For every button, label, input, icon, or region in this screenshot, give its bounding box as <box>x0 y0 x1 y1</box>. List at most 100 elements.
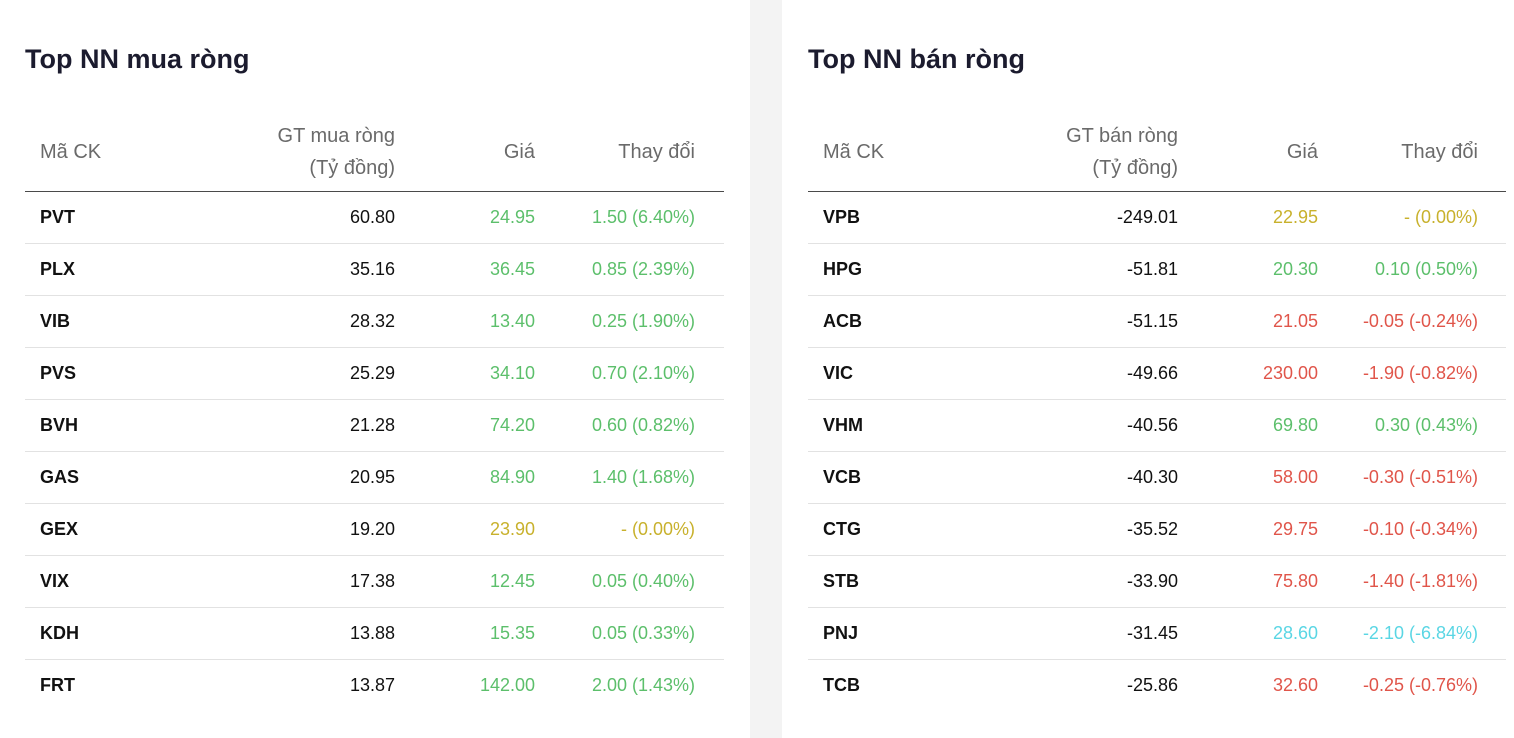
stock-symbol[interactable]: PNJ <box>808 623 958 644</box>
price-change: -0.30 (-0.51%) <box>1362 467 1478 487</box>
table-row[interactable]: VPB -249.01 22.95 - (0.00%) <box>808 192 1506 244</box>
price: 13.40 <box>489 311 535 331</box>
net-value: -49.66 <box>1126 363 1178 383</box>
price-change: 0.30 (0.43%) <box>1374 415 1478 435</box>
header-net-value-line1: GT bán ròng <box>1066 125 1178 147</box>
table-row[interactable]: BVH 21.28 74.20 0.60 (0.82%) <box>25 400 724 452</box>
price: 142.00 <box>479 675 535 695</box>
table-row[interactable]: TCB -25.86 32.60 -0.25 (-0.76%) <box>808 660 1506 711</box>
net-value: 20.95 <box>349 467 395 487</box>
table-row[interactable]: GAS 20.95 84.90 1.40 (1.68%) <box>25 452 724 504</box>
header-change: Thay đổi <box>618 141 695 163</box>
table-row[interactable]: HPG -51.81 20.30 0.10 (0.50%) <box>808 244 1506 296</box>
net-value: -40.56 <box>1126 415 1178 435</box>
net-value: 28.32 <box>349 311 395 331</box>
net-value: 13.88 <box>349 623 395 643</box>
stock-symbol[interactable]: CTG <box>808 519 958 540</box>
price-change: -1.40 (-1.81%) <box>1362 571 1478 591</box>
price: 29.75 <box>1272 519 1318 539</box>
stock-symbol[interactable]: HPG <box>808 259 958 280</box>
price-change: 1.40 (1.68%) <box>591 467 695 487</box>
price-change: 0.05 (0.40%) <box>591 571 695 591</box>
header-net-value: GT mua ròng (Tỷ đồng) <box>175 120 395 184</box>
stock-symbol[interactable]: KDH <box>25 623 175 644</box>
net-value: 35.16 <box>349 259 395 279</box>
price-change: -0.05 (-0.24%) <box>1362 311 1478 331</box>
price: 69.80 <box>1272 415 1318 435</box>
stock-symbol[interactable]: TCB <box>808 675 958 696</box>
price-change: 0.85 (2.39%) <box>591 259 695 279</box>
table-row[interactable]: VCB -40.30 58.00 -0.30 (-0.51%) <box>808 452 1506 504</box>
table-row[interactable]: VIB 28.32 13.40 0.25 (1.90%) <box>25 296 724 348</box>
table-row[interactable]: ACB -51.15 21.05 -0.05 (-0.24%) <box>808 296 1506 348</box>
table-row[interactable]: FRT 13.87 142.00 2.00 (1.43%) <box>25 660 724 711</box>
table-row[interactable]: PVS 25.29 34.10 0.70 (2.10%) <box>25 348 724 400</box>
price: 74.20 <box>489 415 535 435</box>
stock-symbol[interactable]: VIB <box>25 311 175 332</box>
stock-symbol[interactable]: PVS <box>25 363 175 384</box>
price-change: - (0.00%) <box>620 519 695 539</box>
header-price: Giá <box>503 141 535 163</box>
net-value: 25.29 <box>349 363 395 383</box>
table-row[interactable]: STB -33.90 75.80 -1.40 (-1.81%) <box>808 556 1506 608</box>
price: 22.95 <box>1272 207 1318 227</box>
table-row[interactable]: PLX 35.16 36.45 0.85 (2.39%) <box>25 244 724 296</box>
stock-symbol[interactable]: GEX <box>25 519 175 540</box>
stock-symbol[interactable]: FRT <box>25 675 175 696</box>
table-row[interactable]: PVT 60.80 24.95 1.50 (6.40%) <box>25 192 724 244</box>
table-row[interactable]: GEX 19.20 23.90 - (0.00%) <box>25 504 724 556</box>
stock-symbol[interactable]: ACB <box>808 311 958 332</box>
price-change: 0.60 (0.82%) <box>591 415 695 435</box>
net-value: 21.28 <box>349 415 395 435</box>
table-row[interactable]: PNJ -31.45 28.60 -2.10 (-6.84%) <box>808 608 1506 660</box>
price-change: 1.50 (6.40%) <box>591 207 695 227</box>
table-row[interactable]: VHM -40.56 69.80 0.30 (0.43%) <box>808 400 1506 452</box>
stock-symbol[interactable]: VPB <box>808 207 958 228</box>
price: 24.95 <box>489 207 535 227</box>
header-price: Giá <box>1286 141 1318 163</box>
header-change: Thay đổi <box>1401 141 1478 163</box>
net-value: -31.45 <box>1126 623 1178 643</box>
price-change: 0.05 (0.33%) <box>591 623 695 643</box>
net-value: 13.87 <box>349 675 395 695</box>
price: 75.80 <box>1272 571 1318 591</box>
stock-symbol[interactable]: VIX <box>25 571 175 592</box>
net-value: 19.20 <box>349 519 395 539</box>
table-body: VPB -249.01 22.95 - (0.00%) HPG -51.81 20.30 0.… <box>808 192 1506 711</box>
table-row[interactable]: VIC -49.66 230.00 -1.90 (-0.82%) <box>808 348 1506 400</box>
price: 84.90 <box>489 467 535 487</box>
price: 58.00 <box>1272 467 1318 487</box>
price: 230.00 <box>1262 363 1318 383</box>
net-sell-table: Mã CK GT bán ròng (Tỷ đồng) Giá Thay đổi… <box>808 113 1506 711</box>
price: 34.10 <box>489 363 535 383</box>
stock-symbol[interactable]: PVT <box>25 207 175 228</box>
stock-symbol[interactable]: BVH <box>25 415 175 436</box>
net-value: -35.52 <box>1126 519 1178 539</box>
stock-symbol[interactable]: PLX <box>25 259 175 280</box>
net-value: -25.86 <box>1126 675 1178 695</box>
price: 20.30 <box>1272 259 1318 279</box>
net-value: 17.38 <box>349 571 395 591</box>
stock-symbol[interactable]: VIC <box>808 363 958 384</box>
table-row[interactable]: CTG -35.52 29.75 -0.10 (-0.34%) <box>808 504 1506 556</box>
price: 23.90 <box>489 519 535 539</box>
price: 15.35 <box>489 623 535 643</box>
top-foreign-net-buy-panel: Top NN mua ròng Mã CK GT mua ròng (Tỷ đồ… <box>0 0 750 738</box>
net-value: -33.90 <box>1126 571 1178 591</box>
stock-symbol[interactable]: GAS <box>25 467 175 488</box>
price-change: 0.10 (0.50%) <box>1374 259 1478 279</box>
table-row[interactable]: VIX 17.38 12.45 0.05 (0.40%) <box>25 556 724 608</box>
price-change: -2.10 (-6.84%) <box>1362 623 1478 643</box>
header-net-value: GT bán ròng (Tỷ đồng) <box>958 120 1178 184</box>
stock-symbol[interactable]: STB <box>808 571 958 592</box>
table-row[interactable]: KDH 13.88 15.35 0.05 (0.33%) <box>25 608 724 660</box>
net-value: -51.15 <box>1126 311 1178 331</box>
price: 32.60 <box>1272 675 1318 695</box>
price-change: -0.25 (-0.76%) <box>1362 675 1478 695</box>
stock-symbol[interactable]: VHM <box>808 415 958 436</box>
table-header: Mã CK GT mua ròng (Tỷ đồng) Giá Thay đổi <box>25 113 724 192</box>
panel-title-net-sell: Top NN bán ròng <box>808 44 1025 74</box>
stock-symbol[interactable]: VCB <box>808 467 958 488</box>
top-foreign-net-sell-panel: Top NN bán ròng Mã CK GT bán ròng (Tỷ đồ… <box>782 0 1514 738</box>
price: 28.60 <box>1272 623 1318 643</box>
